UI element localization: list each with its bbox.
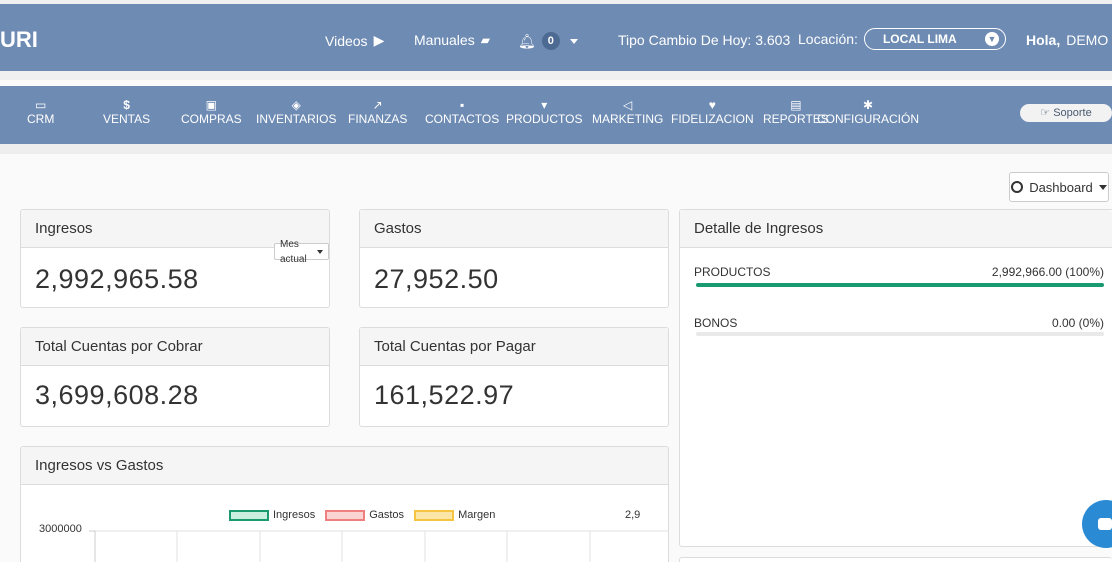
bullhorn-icon: ◁: [623, 98, 633, 112]
support-button[interactable]: ☞ Soporte: [1020, 104, 1112, 122]
chevron-down-icon: [569, 38, 578, 44]
top-bar: URI Videos ▶ Manuales ▰ 🔔︎ 0 Tipo Cambio…: [0, 0, 1112, 80]
nav-ventas[interactable]: $ VENTAS: [103, 98, 150, 126]
dashboard-dropdown[interactable]: Dashboard: [1009, 172, 1109, 202]
exchange-rate: Tipo Cambio De Hoy: 3.603: [618, 32, 791, 48]
location-selector[interactable]: Locación: LOCAL LIMA ▼: [798, 28, 1006, 50]
gastos-panel: Gastos 27,952.50: [359, 209, 669, 308]
nav-inventarios[interactable]: ◈ INVENTARIOS: [256, 98, 336, 126]
book-icon: ▰: [480, 33, 490, 47]
nav-productos[interactable]: ▾ PRODUCTOS: [506, 98, 582, 126]
clock-icon: [1011, 181, 1024, 193]
chart-title: Ingresos vs Gastos: [21, 447, 668, 485]
detalle-row-bonos: BONOS 0.00 (0%): [694, 316, 1104, 330]
address-book-icon: ▪: [459, 98, 465, 112]
money-icon: ▣: [205, 98, 218, 112]
chevron-down-icon: [1098, 184, 1107, 190]
manuales-link[interactable]: Manuales ▰: [414, 32, 490, 48]
legend-swatch-margen: [414, 509, 455, 521]
nav-configuracion[interactable]: ✱ CONFIGURACIÓN: [817, 98, 919, 126]
gastos-title: Gastos: [360, 210, 668, 248]
gear-icon: ✱: [862, 98, 874, 112]
main-nav: ▭ CRM $ VENTAS ▣ COMPRAS ◈ INVENTARIOS ↗…: [0, 86, 1112, 144]
detalle-row-value: 2,992,966.00 (100%): [991, 265, 1104, 279]
detalle-row-label: PRODUCTOS: [694, 265, 771, 279]
detalle-ingresos-title: Detalle de Ingresos: [680, 210, 1112, 248]
cuentas-pagar-panel: Total Cuentas por Pagar 161,522.97: [359, 327, 669, 427]
location-label: Locación:: [798, 31, 858, 47]
location-select[interactable]: LOCAL LIMA ▼: [863, 28, 1006, 50]
legend-swatch-ingresos: [229, 509, 269, 521]
nav-contactos[interactable]: ▪ CONTACTOS: [425, 98, 499, 126]
chat-icon: [1098, 518, 1112, 530]
nav-compras[interactable]: ▣ COMPRAS: [181, 98, 242, 126]
nav-marketing[interactable]: ◁ MARKETING: [592, 98, 663, 126]
detalle-row-value: 0.00 (0%): [1051, 316, 1104, 330]
cuentas-pagar-value: 161,522.97: [374, 380, 515, 410]
file-icon: ▤: [790, 98, 802, 112]
bell-icon: 🔔︎: [518, 32, 536, 49]
cuentas-cobrar-title: Total Cuentas por Cobrar: [21, 328, 329, 366]
hand-pointer-icon: ☞: [1040, 107, 1051, 119]
nav-finanzas[interactable]: ↗ FINANZAS: [348, 98, 407, 126]
chart-grid: [89, 530, 668, 562]
period-dropdown[interactable]: Mes actual: [274, 239, 329, 265]
nav-crm[interactable]: ▭ CRM: [27, 98, 54, 126]
detalle-row-label: BONOS: [694, 316, 738, 330]
videos-link[interactable]: Videos ▶: [325, 32, 384, 49]
legend-label-gastos: Gastos: [369, 509, 405, 521]
ingresos-value: 2,992,965.58: [35, 264, 199, 294]
top-bar-inner: URI Videos ▶ Manuales ▰ 🔔︎ 0 Tipo Cambio…: [0, 4, 1112, 71]
progress-bar-bonos: [696, 332, 1104, 336]
play-icon: ▶: [373, 32, 385, 48]
progress-bar-productos: [696, 283, 1104, 287]
chevron-down-icon: [317, 249, 323, 254]
notifications-button[interactable]: 🔔︎ 0: [518, 32, 578, 50]
detalle-row-productos: PRODUCTOS 2,992,966.00 (100%): [694, 265, 1104, 279]
cubes-icon: ◈: [291, 98, 301, 112]
ingresos-panel: Ingresos Mes actual 2,992,965.58: [20, 209, 330, 308]
app-logo[interactable]: URI: [0, 27, 38, 53]
next-panel: [679, 557, 1112, 562]
notifications-badge: 0: [541, 32, 560, 50]
cuentas-pagar-title: Total Cuentas por Pagar: [360, 328, 668, 366]
heart-icon: ♥: [708, 98, 716, 112]
legend-label-margen: Margen: [458, 509, 496, 521]
user-menu[interactable]: Hola, DEMO: [1026, 32, 1112, 48]
detalle-ingresos-panel: Detalle de Ingresos PRODUCTOS 2,992,966.…: [679, 209, 1112, 547]
cuentas-cobrar-value: 3,699,608.28: [35, 380, 199, 410]
chevron-down-icon: ▼: [984, 32, 999, 46]
chart-line-icon: ↗: [372, 98, 383, 112]
legend-label-ingresos: Ingresos: [273, 509, 316, 521]
cuentas-cobrar-panel: Total Cuentas por Cobrar 3,699,608.28: [20, 327, 330, 427]
nav-fidelizacion[interactable]: ♥ FIDELIZACION: [671, 98, 754, 126]
cart-icon: ▾: [541, 98, 548, 112]
dollar-icon: $: [123, 98, 130, 112]
nav-shadow: [0, 144, 1112, 154]
chart-partial-label: 2,9: [625, 509, 641, 521]
progress-fill-productos: [696, 283, 1104, 287]
gastos-value: 27,952.50: [374, 264, 499, 294]
ingresos-vs-gastos-panel: Ingresos vs Gastos Ingresos Gastos Marge…: [20, 446, 669, 562]
monitor-icon: ▭: [34, 98, 47, 112]
legend-swatch-gastos: [325, 509, 366, 521]
chart-legend: Ingresos Gastos Margen: [229, 509, 495, 521]
